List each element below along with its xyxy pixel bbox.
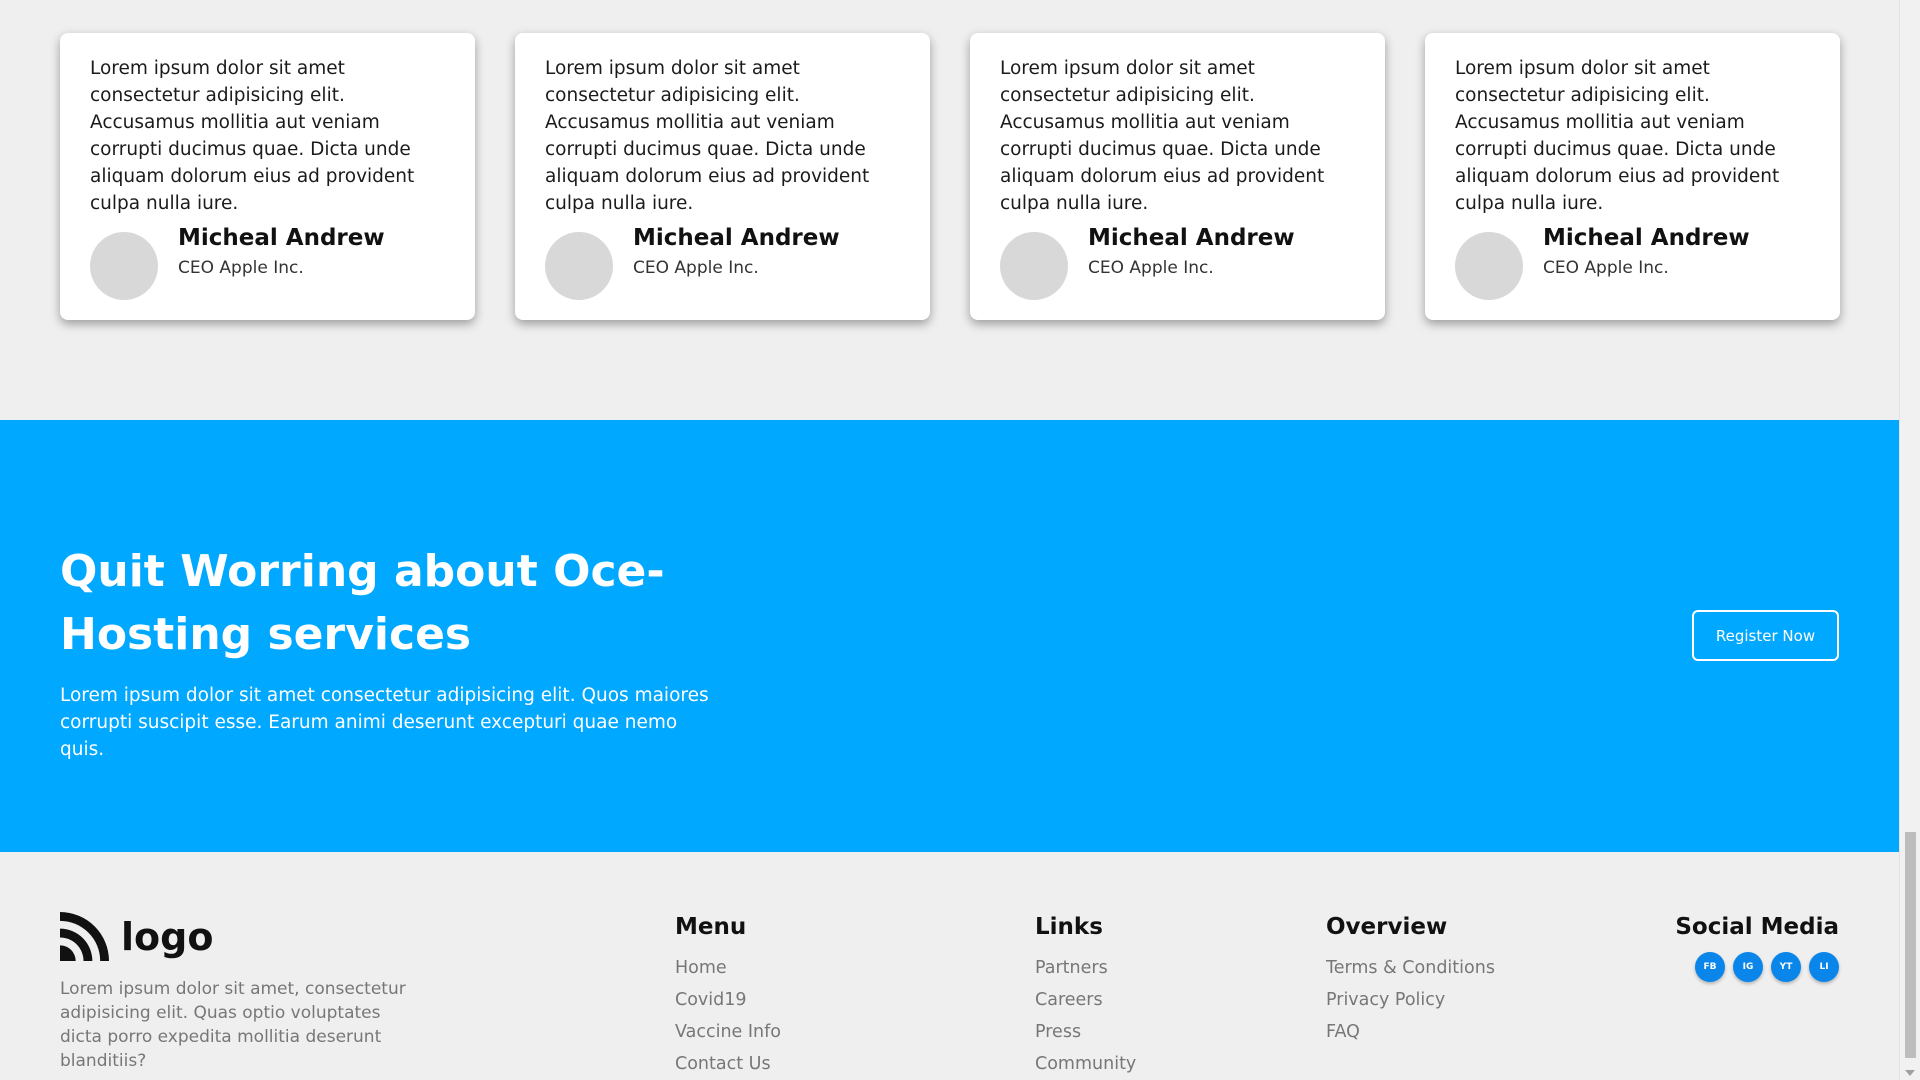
cta-section: Quit Worring about Oce-Hosting services … [0,420,1899,852]
footer: logo Lorem ipsum dolor sit amet, consect… [0,852,1899,1080]
cta-title: Quit Worring about Oce-Hosting services [60,546,665,660]
author-name: Micheal Andrew [1543,225,1750,251]
testimonial-card: Lorem ipsum dolor sit amet consectetur a… [60,33,475,320]
testimonial-author: Micheal Andrew CEO Apple Inc. [1455,224,1810,300]
footer-social: Social Media FB IG YT LI [1675,912,1839,982]
footer-link-vaccine-info[interactable]: Vaccine Info [675,1016,781,1048]
rss-icon [60,912,109,961]
footer-menu-title: Menu [675,914,747,940]
scroll-down-arrow-icon[interactable] [1905,1070,1915,1076]
footer-link-faq[interactable]: FAQ [1326,1016,1495,1048]
testimonial-author: Micheal Andrew CEO Apple Inc. [545,224,900,300]
testimonial-text: Lorem ipsum dolor sit amet consectetur a… [1000,58,1325,214]
footer-links: Links Partners Careers Press Community [1035,912,1136,1080]
facebook-icon[interactable]: FB [1695,952,1725,982]
footer-overview: Overview Terms & Conditions Privacy Poli… [1326,912,1495,1048]
testimonial-card: Lorem ipsum dolor sit amet consectetur a… [515,33,930,320]
author-name: Micheal Andrew [178,225,385,251]
testimonial-text: Lorem ipsum dolor sit amet consectetur a… [545,58,870,214]
footer-link-covid19[interactable]: Covid19 [675,984,781,1016]
social-icons: FB IG YT LI [1675,952,1839,982]
author-role: CEO Apple Inc. [1088,258,1214,278]
testimonials-section: Lorem ipsum dolor sit amet consectetur a… [60,33,1840,320]
author-role: CEO Apple Inc. [633,258,759,278]
footer-link-community[interactable]: Community [1035,1048,1136,1080]
footer-social-title: Social Media [1675,914,1839,940]
youtube-icon[interactable]: YT [1771,952,1801,982]
avatar [545,232,613,300]
author-role: CEO Apple Inc. [178,258,304,278]
testimonial-text: Lorem ipsum dolor sit amet consectetur a… [1455,58,1780,214]
logo-text: logo [121,914,214,959]
footer-link-contact-us[interactable]: Contact Us [675,1048,781,1080]
avatar [90,232,158,300]
testimonial-card: Lorem ipsum dolor sit amet consectetur a… [1425,33,1840,320]
avatar [1000,232,1068,300]
testimonial-author: Micheal Andrew CEO Apple Inc. [90,224,445,300]
testimonial-author: Micheal Andrew CEO Apple Inc. [1000,224,1355,300]
instagram-icon[interactable]: IG [1733,952,1763,982]
footer-description: Lorem ipsum dolor sit amet, consectetur … [60,979,406,1071]
footer-link-terms[interactable]: Terms & Conditions [1326,952,1495,984]
author-name: Micheal Andrew [1088,225,1295,251]
author-role: CEO Apple Inc. [1543,258,1669,278]
avatar [1455,232,1523,300]
footer-overview-title: Overview [1326,914,1448,940]
footer-link-partners[interactable]: Partners [1035,952,1136,984]
footer-menu: Menu Home Covid19 Vaccine Info Contact U… [675,912,781,1080]
linkedin-icon[interactable]: LI [1809,952,1839,982]
scrollbar-thumb[interactable] [1905,832,1916,1058]
author-name: Micheal Andrew [633,225,840,251]
footer-link-careers[interactable]: Careers [1035,984,1136,1016]
footer-links-title: Links [1035,914,1103,940]
footer-link-press[interactable]: Press [1035,1016,1136,1048]
logo[interactable]: logo [60,912,213,961]
footer-link-home[interactable]: Home [675,952,781,984]
register-now-button[interactable]: Register Now [1692,610,1839,661]
testimonial-text: Lorem ipsum dolor sit amet consectetur a… [90,58,415,214]
testimonial-card: Lorem ipsum dolor sit amet consectetur a… [970,33,1385,320]
cta-text: Lorem ipsum dolor sit amet consectetur a… [60,685,709,760]
footer-link-privacy-policy[interactable]: Privacy Policy [1326,984,1495,1016]
page-scrollbar[interactable] [1899,0,1920,1080]
